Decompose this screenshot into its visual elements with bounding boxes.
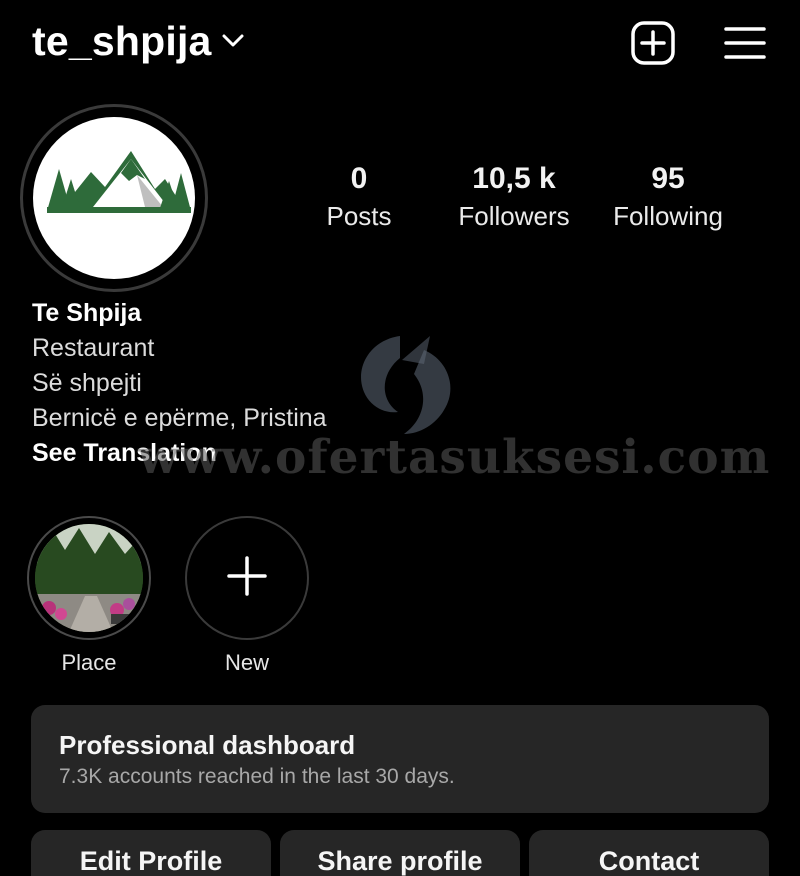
chevron-down-icon bbox=[222, 34, 244, 53]
highlight-thumbnail bbox=[27, 516, 151, 640]
followers-label: Followers bbox=[458, 201, 570, 231]
menu-button[interactable] bbox=[722, 22, 768, 68]
edit-profile-button[interactable]: Edit Profile bbox=[31, 830, 271, 876]
highlight-label: Place bbox=[61, 650, 117, 675]
profile-header: te_shpija bbox=[0, 0, 800, 95]
highlight-photo bbox=[35, 524, 143, 632]
profile-stats: 0 Posts 10,5 k Followers 95 Following bbox=[0, 160, 800, 240]
highlight-place[interactable]: Place bbox=[27, 516, 151, 676]
posts-count: 0 bbox=[350, 162, 368, 195]
plus-icon bbox=[227, 555, 267, 601]
posts-label: Posts bbox=[326, 201, 392, 231]
professional-dashboard-card[interactable]: Professional dashboard 7.3K accounts rea… bbox=[31, 705, 769, 813]
dashboard-subtitle: 7.3K accounts reached in the last 30 day… bbox=[59, 765, 455, 788]
following-label: Following bbox=[613, 201, 723, 231]
watermark-logo-icon bbox=[361, 336, 451, 434]
create-post-button[interactable] bbox=[630, 20, 676, 71]
contact-button[interactable]: Contact bbox=[529, 830, 769, 876]
followers-stat[interactable]: 10,5 k Followers bbox=[429, 160, 599, 234]
new-highlight-circle bbox=[185, 516, 309, 640]
following-stat[interactable]: 95 Following bbox=[583, 160, 753, 234]
new-highlight-button[interactable]: New bbox=[185, 516, 309, 676]
profile-bio: Te Shpija Restaurant Së shpejti Bernicë … bbox=[32, 296, 327, 471]
see-translation-link[interactable]: See Translation bbox=[32, 436, 327, 471]
following-count: 95 bbox=[651, 162, 685, 195]
hamburger-menu-icon bbox=[724, 26, 766, 65]
category-label: Restaurant bbox=[32, 334, 155, 362]
username: te_shpija bbox=[32, 18, 212, 64]
dashboard-title: Professional dashboard bbox=[59, 730, 356, 760]
location-text: Bernicë e epërme, Pristina bbox=[32, 404, 327, 432]
bio-text: Së shpejti bbox=[32, 369, 142, 397]
share-profile-button[interactable]: Share profile bbox=[280, 830, 520, 876]
plus-square-icon bbox=[630, 20, 676, 71]
posts-stat[interactable]: 0 Posts bbox=[274, 160, 444, 234]
followers-count: 10,5 k bbox=[472, 162, 556, 195]
account-switcher[interactable]: te_shpija bbox=[32, 18, 244, 65]
display-name: Te Shpija bbox=[32, 299, 142, 327]
highlight-label: New bbox=[224, 650, 269, 675]
